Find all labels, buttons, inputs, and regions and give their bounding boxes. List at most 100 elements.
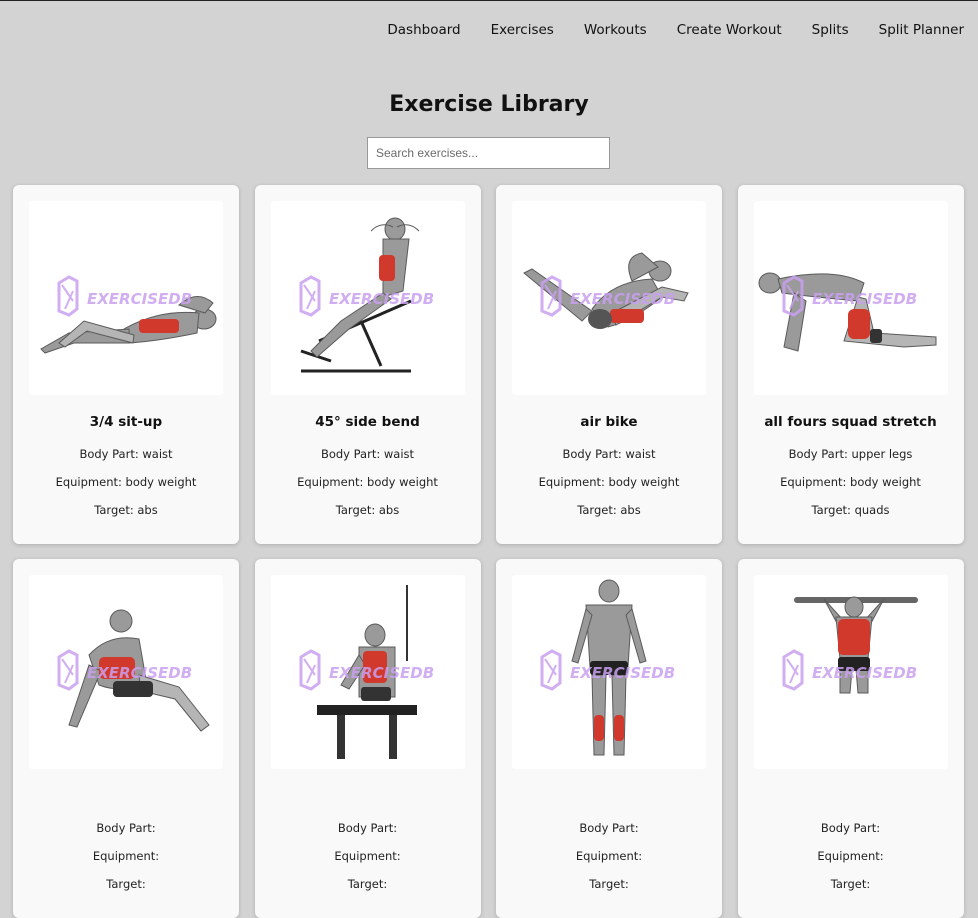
nav-create-workout[interactable]: Create Workout xyxy=(677,22,782,38)
svg-text:EXERCISEDB: EXERCISEDB xyxy=(570,664,675,682)
target-value: abs xyxy=(620,503,641,517)
target-label: Target: xyxy=(811,503,855,517)
body-part-value: upper legs xyxy=(851,447,913,461)
nav-split-planner[interactable]: Split Planner xyxy=(879,22,964,38)
svg-text:EXERCISEDB: EXERCISEDB xyxy=(812,290,917,308)
exercise-target: Target: abs xyxy=(496,503,722,517)
equipment-label: Equipment: xyxy=(55,475,126,489)
exercise-illustration: EXERCISEDB xyxy=(299,585,434,759)
equipment-value: body weight xyxy=(125,475,197,489)
target-label: Target: xyxy=(577,503,621,517)
exercise-name: all fours squad stretch xyxy=(764,414,937,430)
exercise-image: EXERCISEDB xyxy=(270,201,465,395)
exercise-name: air bike xyxy=(580,414,638,430)
equipment-label: Equipment: xyxy=(817,849,884,863)
body-part-label: Body Part: xyxy=(320,447,384,461)
main-nav: Dashboard Exercises Workouts Create Work… xyxy=(387,22,964,38)
exercise-body-part: Body Part: upper legs xyxy=(738,447,964,461)
equipment-value: body weight xyxy=(367,475,438,489)
exercise-body-part: Body Part: waist xyxy=(496,447,722,461)
exercise-image: EXERCISEDB xyxy=(753,201,948,395)
svg-text:EXERCISEDB: EXERCISEDB xyxy=(812,664,917,682)
exercise-illustration: EXERCISEDB xyxy=(299,217,434,373)
exercise-card[interactable]: EXERCISEDB 3/4 sit-up Body Part: waist E… xyxy=(13,185,239,544)
body-part-label: Body Part: xyxy=(562,447,626,461)
exercise-body-part: Body Part: xyxy=(738,821,964,835)
exercise-image: EXERCISEDB xyxy=(29,575,223,769)
equipment-label: Equipment: xyxy=(334,849,401,863)
target-label: Target: xyxy=(335,503,379,517)
exercise-card[interactable]: EXERCISEDB air bike Body Part: waist Equ… xyxy=(496,185,722,544)
exercise-card[interactable]: EXERCISEDB all fours squad stretch Body … xyxy=(737,185,964,544)
exercise-grid: EXERCISEDB 3/4 sit-up Body Part: waist E… xyxy=(13,185,964,918)
target-value: abs xyxy=(378,503,400,517)
equipment-label: Equipment: xyxy=(575,849,643,863)
svg-text:EXERCISEDB: EXERCISEDB xyxy=(87,290,192,308)
exercise-card[interactable]: EXERCISEDB Body Part: Equipment: Target: xyxy=(254,559,481,918)
body-part-label: Body Part: xyxy=(337,821,398,835)
exercise-image: EXERCISEDB xyxy=(270,575,465,769)
exercise-card[interactable]: EXERCISEDB 45° side bend Body Part: wais… xyxy=(254,185,481,544)
exercise-target: Target: abs xyxy=(255,503,481,517)
nav-splits[interactable]: Splits xyxy=(812,22,849,38)
exercise-illustration: EXERCISEDB xyxy=(57,609,210,732)
exercise-illustration: EXERCISEDB xyxy=(540,579,675,756)
exercise-target: Target: xyxy=(738,877,964,891)
body-part-label: Body Part: xyxy=(788,447,852,461)
exercise-equipment: Equipment: body weight xyxy=(496,475,722,489)
exercise-illustration: EXERCISEDB xyxy=(523,252,689,329)
exercise-target: Target: xyxy=(496,877,722,891)
exercise-illustration: EXERCISEDB xyxy=(40,275,217,354)
equipment-label: Equipment: xyxy=(538,475,609,489)
equipment-label: Equipment: xyxy=(297,475,368,489)
exercise-body-part: Body Part: xyxy=(496,821,722,835)
exercise-target: Target: quads xyxy=(738,503,964,517)
exercise-image: EXERCISEDB xyxy=(512,201,706,395)
target-label: Target: xyxy=(589,877,629,891)
exercise-body-part: Body Part: xyxy=(255,821,481,835)
svg-text:EXERCISEDB: EXERCISEDB xyxy=(329,664,434,682)
equipment-value: body weight xyxy=(608,475,680,489)
target-label: Target: xyxy=(106,877,146,891)
body-part-label: Body Part: xyxy=(96,821,156,835)
exercise-equipment: Equipment: xyxy=(13,849,239,863)
target-label: Target: xyxy=(830,877,871,891)
exercise-equipment: Equipment: xyxy=(738,849,964,863)
target-label: Target: xyxy=(94,503,138,517)
svg-text:EXERCISEDB: EXERCISEDB xyxy=(87,664,192,682)
target-label: Target: xyxy=(347,877,388,891)
target-value: abs xyxy=(137,503,158,517)
exercise-card[interactable]: EXERCISEDB Body Part: Equipment: Target: xyxy=(13,559,239,918)
equipment-label: Equipment: xyxy=(92,849,160,863)
nav-dashboard[interactable]: Dashboard xyxy=(387,22,460,38)
body-part-label: Body Part: xyxy=(820,821,881,835)
exercise-equipment: Equipment: body weight xyxy=(13,475,239,489)
exercise-body-part: Body Part: waist xyxy=(13,447,239,461)
svg-text:EXERCISEDB: EXERCISEDB xyxy=(329,290,434,308)
body-part-value: waist xyxy=(383,447,415,461)
nav-workouts[interactable]: Workouts xyxy=(584,22,647,38)
exercise-body-part: Body Part: waist xyxy=(255,447,481,461)
nav-exercises[interactable]: Exercises xyxy=(491,22,554,38)
exercise-target: Target: xyxy=(13,877,239,891)
exercise-image: EXERCISEDB xyxy=(29,201,223,395)
exercise-target: Target: xyxy=(255,877,481,891)
target-value: quads xyxy=(854,503,890,517)
body-part-value: waist xyxy=(625,447,656,461)
svg-text:EXERCISEDB: EXERCISEDB xyxy=(570,290,675,308)
equipment-label: Equipment: xyxy=(780,475,851,489)
exercise-name: 3/4 sit-up xyxy=(89,414,163,430)
equipment-value: body weight xyxy=(850,475,921,489)
exercise-target: Target: abs xyxy=(13,503,239,517)
search-input[interactable] xyxy=(367,137,610,169)
exercise-equipment: Equipment: body weight xyxy=(738,475,964,489)
body-part-value: waist xyxy=(142,447,173,461)
exercise-image: EXERCISEDB xyxy=(753,575,948,769)
exercise-equipment: Equipment: body weight xyxy=(255,475,481,489)
body-part-label: Body Part: xyxy=(79,447,143,461)
exercise-illustration: EXERCISEDB xyxy=(758,272,936,352)
exercise-card[interactable]: EXERCISEDB Body Part: Equipment: Target: xyxy=(737,559,964,918)
exercise-name: 45° side bend xyxy=(315,414,420,430)
page-title: Exercise Library xyxy=(389,92,589,117)
exercise-card[interactable]: EXERCISEDB Body Part: Equipment: Target: xyxy=(496,559,722,918)
